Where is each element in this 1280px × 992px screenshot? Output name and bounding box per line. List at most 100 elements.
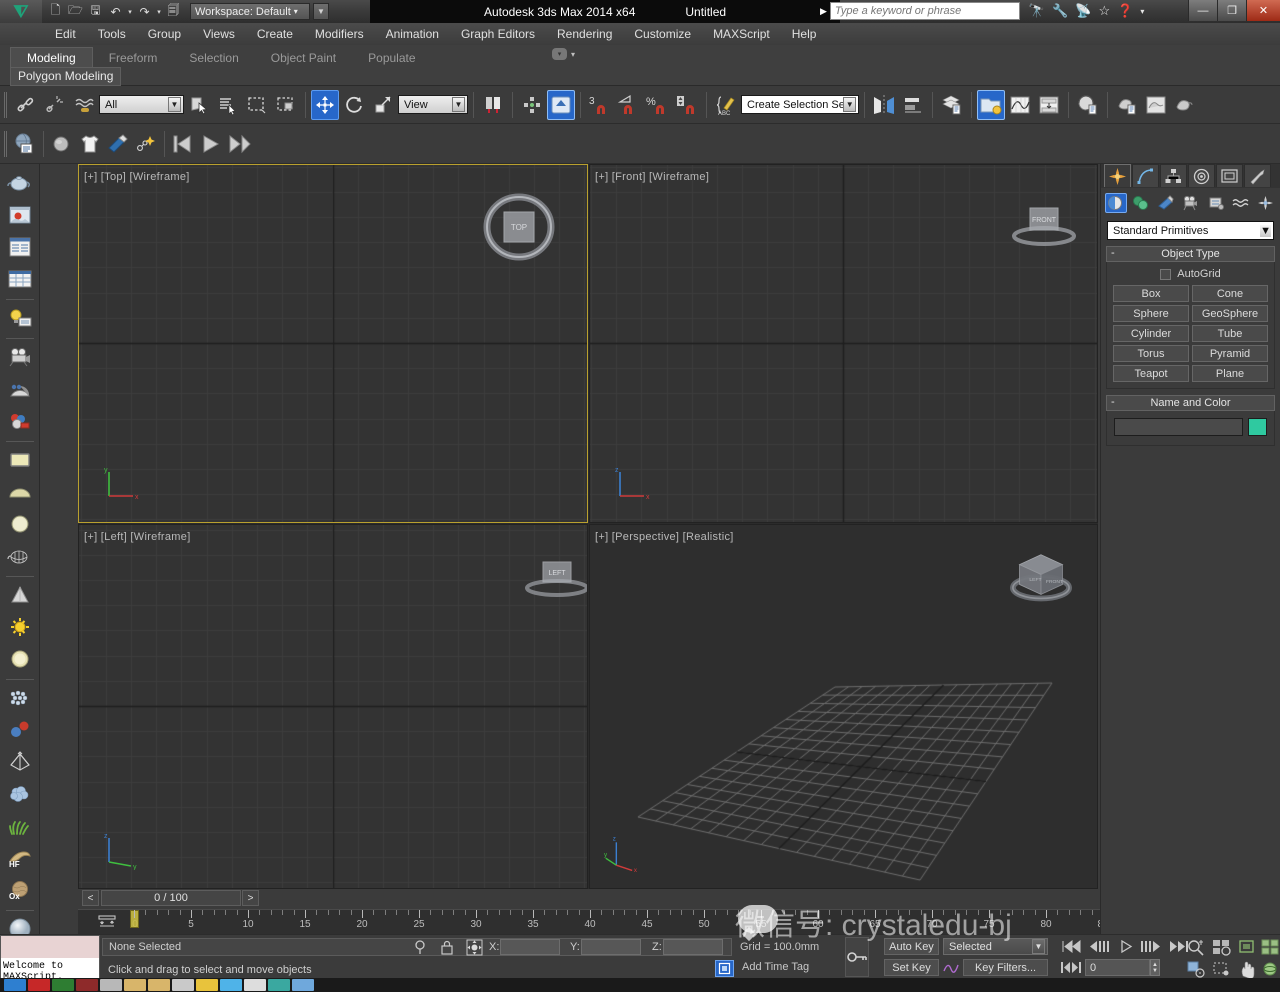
ocean-icon[interactable]: Ox	[5, 875, 35, 905]
helpers-icon[interactable]	[1204, 193, 1226, 213]
sphere-gizmo-icon[interactable]	[5, 509, 35, 539]
key-curve-icon[interactable]	[943, 959, 959, 976]
spreadsheet-icon[interactable]	[5, 264, 35, 294]
rendered-frame-window-icon[interactable]	[1142, 90, 1170, 120]
select-object-icon[interactable]	[185, 90, 213, 120]
play-animation-icon[interactable]	[197, 129, 225, 159]
select-and-link-icon[interactable]	[12, 90, 40, 120]
display-tab-icon[interactable]	[1216, 164, 1243, 187]
motion-tab-icon[interactable]	[1188, 164, 1215, 187]
workspace-dropdown-button[interactable]: ▼	[313, 3, 329, 20]
object-type-button-cone[interactable]: Cone	[1192, 285, 1268, 302]
modify-tab-icon[interactable]	[1132, 164, 1159, 187]
project-folder-icon[interactable]: 🗐	[164, 2, 183, 21]
window-crossing-toggle-icon[interactable]	[272, 90, 300, 120]
object-type-button-box[interactable]: Box	[1113, 285, 1189, 302]
taskbar-item[interactable]	[124, 979, 146, 991]
close-button[interactable]: ✕	[1246, 0, 1280, 21]
create-tab-icon[interactable]	[1104, 164, 1131, 187]
use-pivot-point-center-icon[interactable]	[479, 90, 507, 120]
menu-item-create[interactable]: Create	[246, 24, 304, 44]
cameras-icon[interactable]	[1180, 193, 1202, 213]
taskbar-item[interactable]	[52, 979, 74, 991]
bind-to-space-warp-icon[interactable]	[70, 90, 98, 120]
shapes-icon[interactable]	[1130, 193, 1152, 213]
app-logo-icon[interactable]: ⧨	[0, 0, 42, 23]
use-selection-center-icon[interactable]	[518, 90, 546, 120]
object-name-input[interactable]	[1114, 418, 1243, 436]
next-frame-icon[interactable]	[1138, 938, 1164, 955]
named-selection-set-combo[interactable]: Create Selection Set ▼	[741, 95, 859, 114]
menu-item-help[interactable]: Help	[781, 24, 828, 44]
viewport-top[interactable]: [+] [Top] [Wireframe] TOP y x	[78, 164, 588, 523]
render-setup-icon[interactable]	[1113, 90, 1141, 120]
taskbar-item[interactable]	[220, 979, 242, 991]
render-preview-icon[interactable]	[5, 200, 35, 230]
collapse-icon[interactable]: -	[1111, 396, 1115, 408]
curve-editor-icon[interactable]	[1006, 90, 1034, 120]
binoculars-icon[interactable]: 🔭	[1029, 3, 1045, 19]
object-type-button-geosphere[interactable]: GeoSphere	[1192, 305, 1268, 322]
undo-icon[interactable]: ↶	[106, 2, 125, 21]
taskbar-item[interactable]	[244, 979, 266, 991]
name-and-color-header[interactable]: - Name and Color	[1106, 395, 1275, 411]
toolbar2-grip[interactable]	[4, 130, 8, 157]
lights-icon[interactable]	[1155, 193, 1177, 213]
zoom-icon[interactable]	[1184, 937, 1208, 956]
dome-shape-icon[interactable]	[5, 477, 35, 507]
geometry-icon[interactable]	[1105, 193, 1127, 213]
grass-icon[interactable]	[5, 811, 35, 841]
next-frame-icon[interactable]	[225, 129, 253, 159]
pan-view-icon[interactable]	[1236, 959, 1260, 978]
menu-item-rendering[interactable]: Rendering	[546, 24, 623, 44]
list-panel-icon[interactable]	[5, 232, 35, 262]
select-region-icon[interactable]	[1210, 959, 1234, 978]
time-slider[interactable]: 0 / 100	[101, 890, 241, 906]
help-dropdown-icon[interactable]: ▾	[1140, 7, 1144, 16]
taskbar-item[interactable]	[28, 979, 50, 991]
garment-maker-icon[interactable]	[76, 129, 104, 159]
select-and-move-icon[interactable]	[311, 89, 339, 120]
render-production-icon[interactable]	[1171, 90, 1199, 120]
percent-snap-toggle-icon[interactable]: %	[644, 90, 672, 120]
absolute-relative-transform-icon[interactable]	[466, 939, 483, 956]
taskbar-item[interactable]	[268, 979, 290, 991]
add-time-tag-label[interactable]: Add Time Tag	[742, 961, 809, 973]
menu-item-maxscript[interactable]: MAXScript	[702, 24, 781, 44]
unlink-selection-icon[interactable]	[41, 90, 69, 120]
open-file-icon[interactable]: 🗁	[66, 2, 85, 21]
save-file-icon[interactable]: 🖫	[86, 2, 105, 21]
x-coordinate-field[interactable]	[500, 939, 560, 955]
wire-teapot-icon[interactable]	[5, 541, 35, 571]
help-circle-icon[interactable]: ❓	[1117, 3, 1133, 19]
collapse-icon[interactable]: -	[1111, 247, 1115, 259]
angle-snap-toggle-icon[interactable]	[615, 90, 643, 120]
utilities-tab-icon[interactable]	[1244, 164, 1271, 187]
align-icon[interactable]	[899, 90, 927, 120]
taskbar-item[interactable]	[172, 979, 194, 991]
menu-item-animation[interactable]: Animation	[375, 24, 450, 44]
set-key-button[interactable]: Set Key	[884, 959, 939, 976]
new-file-icon[interactable]: 🗋	[46, 2, 65, 21]
wrench-icon[interactable]: 🔧	[1052, 3, 1068, 19]
isolate-selection-icon[interactable]	[715, 960, 734, 977]
next-frame-button[interactable]: >	[242, 890, 259, 906]
systems-icon[interactable]	[1254, 193, 1276, 213]
cloth-simulation-icon[interactable]	[48, 129, 76, 159]
auto-key-button[interactable]: Auto Key	[884, 938, 939, 955]
menu-item-tools[interactable]: Tools	[87, 24, 137, 44]
object-type-header[interactable]: - Object Type	[1106, 246, 1275, 262]
ribbon-panel-polygon-modeling[interactable]: Polygon Modeling	[10, 67, 122, 86]
prev-frame-icon[interactable]	[169, 129, 197, 159]
field-of-view-icon[interactable]	[1184, 959, 1208, 978]
open-mini-curve-editor-icon[interactable]	[94, 913, 120, 931]
select-and-scale-icon[interactable]	[369, 90, 397, 120]
view-cube-front[interactable]: FRONT	[1006, 193, 1082, 269]
dome-light-icon[interactable]	[5, 374, 35, 404]
hierarchy-tab-icon[interactable]	[1160, 164, 1187, 187]
mirror-icon[interactable]	[870, 90, 898, 120]
object-type-button-pyramid[interactable]: Pyramid	[1192, 345, 1268, 362]
particle-flow-icon[interactable]	[132, 129, 160, 159]
menu-item-graph-editors[interactable]: Graph Editors	[450, 24, 546, 44]
ribbon-options-dropdown[interactable]: ▾ ▾	[552, 48, 575, 60]
